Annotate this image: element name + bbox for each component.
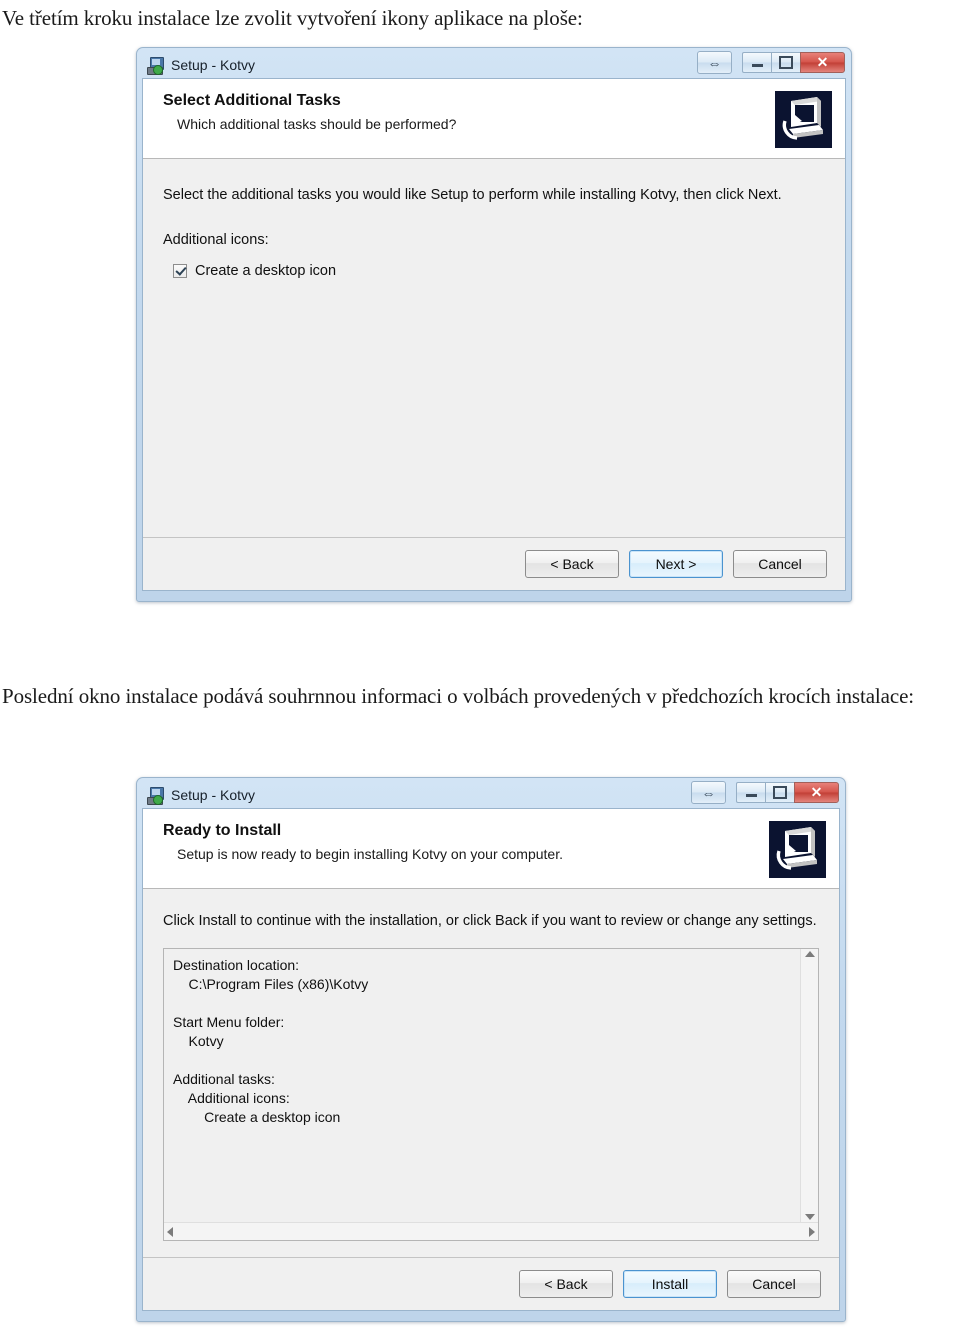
page-subtitle: Setup is now ready to begin installing K… [177, 846, 563, 862]
window-controls: ⇔ ✕ [697, 51, 845, 74]
next-button[interactable]: Next > [629, 550, 723, 578]
page-header-texts: Ready to Install Setup is now ready to b… [143, 821, 563, 864]
horizontal-scrollbar[interactable] [164, 1222, 818, 1240]
close-button[interactable]: ✕ [794, 782, 839, 803]
minimize-button[interactable] [742, 52, 771, 73]
checkbox-checked-icon[interactable] [173, 264, 187, 278]
page-title: Ready to Install [163, 822, 282, 839]
instruction-text: Select the additional tasks you would li… [163, 187, 782, 203]
back-button[interactable]: < Back [525, 550, 619, 578]
create-desktop-icon-checkbox-row[interactable]: Create a desktop icon [163, 248, 825, 279]
page-header: Select Additional Tasks Which additional… [143, 79, 845, 159]
minimize-icon [745, 794, 757, 797]
window-controls: ⇔ ✕ [691, 781, 839, 804]
vertical-scrollbar[interactable] [800, 949, 818, 1222]
close-button[interactable]: ✕ [800, 52, 845, 73]
additional-icons-label: Additional icons: [163, 232, 269, 248]
maximize-button[interactable] [765, 782, 794, 803]
summary-paragraph: Poslední okno instalace podává souhrnnou… [2, 684, 915, 708]
titlebar: Setup - Kotvy ⇔ ✕ [142, 781, 840, 808]
minimize-button[interactable] [736, 782, 765, 803]
dialog-footer: < Back Install Cancel [143, 1257, 839, 1310]
computer-install-icon [775, 91, 832, 148]
cancel-button[interactable]: Cancel [733, 550, 827, 578]
summary-listbox-content: Destination location: C:\Program Files (… [173, 957, 369, 1125]
page-subtitle: Which additional tasks should be perform… [177, 116, 457, 132]
help-arrows-icon[interactable]: ⇔ [691, 781, 726, 804]
dialog-client-area: Select Additional Tasks Which additional… [142, 78, 846, 591]
titlebar: Setup - Kotvy ⇔ ✕ [142, 51, 846, 78]
scroll-down-icon[interactable] [804, 1214, 815, 1220]
page-header: Ready to Install Setup is now ready to b… [143, 809, 839, 889]
dialog-client-area: Ready to Install Setup is now ready to b… [142, 808, 840, 1311]
computer-install-icon [769, 821, 826, 878]
maximize-icon [779, 56, 793, 69]
install-button[interactable]: Install [623, 1270, 717, 1298]
setup-app-icon [147, 56, 164, 75]
help-arrows-icon[interactable]: ⇔ [697, 51, 732, 74]
summary-listbox-inner: Destination location: C:\Program Files (… [164, 949, 818, 1222]
create-desktop-icon-label: Create a desktop icon [195, 263, 337, 279]
page-body: Click Install to continue with the insta… [143, 889, 839, 1257]
page-title: Select Additional Tasks [163, 92, 341, 109]
scroll-up-icon[interactable] [804, 951, 815, 957]
scroll-right-icon[interactable] [809, 1226, 815, 1237]
setup-window-ready-to-install: Setup - Kotvy ⇔ ✕ Ready to Install Setup… [136, 777, 846, 1322]
summary-listbox[interactable]: Destination location: C:\Program Files (… [163, 948, 819, 1241]
window-title: Setup - Kotvy [171, 787, 256, 803]
window-title: Setup - Kotvy [171, 57, 256, 73]
back-button[interactable]: < Back [519, 1270, 613, 1298]
page-body: Select the additional tasks you would li… [143, 159, 845, 537]
intro-paragraph: Ve třetím kroku instalace lze zvolit vyt… [2, 6, 583, 30]
maximize-icon [773, 786, 787, 799]
dialog-footer: < Back Next > Cancel [143, 537, 845, 590]
setup-app-icon [147, 786, 164, 805]
instruction-text: Click Install to continue with the insta… [163, 913, 817, 929]
page-header-texts: Select Additional Tasks Which additional… [143, 91, 456, 134]
setup-window-select-additional-tasks: Setup - Kotvy ⇔ ✕ Select Additional Task… [136, 47, 852, 602]
scroll-left-icon[interactable] [167, 1226, 173, 1237]
maximize-button[interactable] [771, 52, 800, 73]
cancel-button[interactable]: Cancel [727, 1270, 821, 1298]
minimize-icon [751, 64, 763, 67]
